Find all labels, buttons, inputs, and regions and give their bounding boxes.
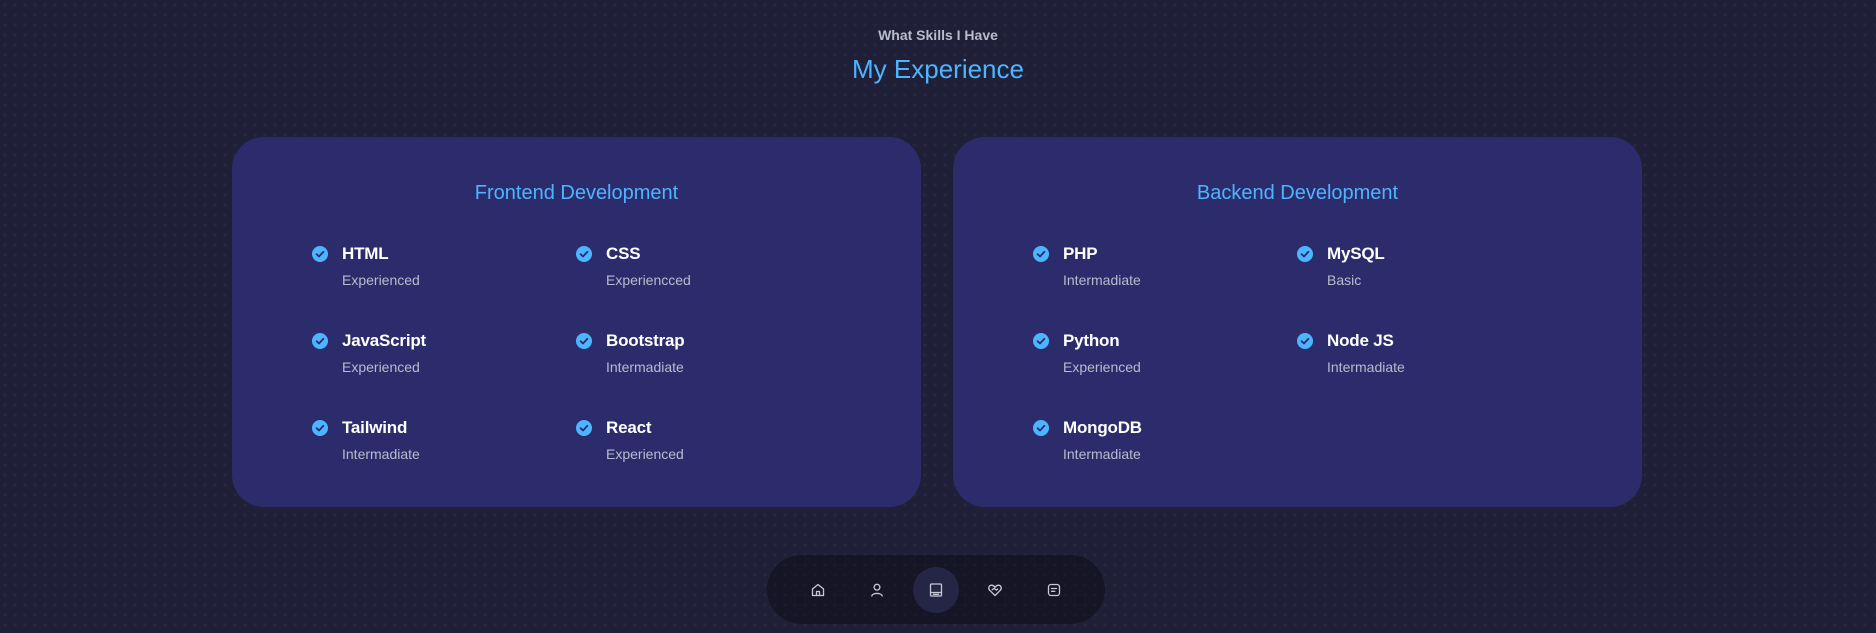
backend-skill-list: PHP Intermadiate MySQL Basic Python Expe… [1033,243,1563,467]
skill-level: Experienced [342,272,420,288]
frontend-card: Frontend Development HTML Experienced CS… [232,137,921,507]
skill-level: Intermadiate [1063,272,1141,288]
skill-name: Node JS [1327,331,1394,350]
skill-item: React Experienced [576,417,840,467]
bottom-nav [767,555,1105,624]
user-icon [871,583,883,597]
skill-level: Intermadiate [1063,446,1141,462]
skill-level: Experiencced [606,272,691,288]
verified-check-icon [1033,333,1049,349]
skill-item: Tailwind Intermadiate [312,417,576,467]
skill-name: MySQL [1327,244,1385,263]
skill-name: CSS [606,244,641,263]
skill-level: Intermadiate [1327,359,1405,375]
verified-check-icon [1297,333,1313,349]
skill-item: MongoDB Intermadiate [1033,417,1297,467]
verified-check-icon [1033,246,1049,262]
skill-name: React [606,418,652,437]
skill-name: Bootstrap [606,331,685,350]
section-title: My Experience [852,54,1024,84]
skill-item: HTML Experienced [312,243,576,293]
skill-item: PHP Intermadiate [1033,243,1297,293]
section-subtitle: What Skills I Have [878,27,998,43]
backend-card-title: Backend Development [1196,182,1399,204]
skill-name: Python [1063,331,1120,350]
skill-item: MySQL Basic [1297,243,1561,293]
backend-card: Backend Development PHP Intermadiate MyS… [953,137,1642,507]
section-header: What Skills I Have My Experience [0,26,1876,86]
skill-level: Experienced [1063,359,1141,375]
skill-item: Python Experienced [1033,330,1297,380]
skill-item: CSS Experiencced [576,243,840,293]
skill-level: Intermadiate [342,446,420,462]
verified-check-icon [312,420,328,436]
nav-home-button[interactable] [798,570,838,610]
skill-name: Tailwind [342,418,408,437]
message-icon [1047,583,1061,596]
skill-level: Basic [1327,272,1362,288]
skill-level: Intermadiate [606,359,684,375]
nav-experience-button[interactable] [913,566,959,613]
verified-check-icon [312,333,328,349]
skill-item: Bootstrap Intermadiate [576,330,840,380]
experience-cards: Frontend Development HTML Experienced CS… [232,137,1642,507]
skill-name: PHP [1063,244,1098,263]
skill-item: Node JS Intermadiate [1297,330,1561,380]
verified-check-icon [312,246,328,262]
skill-name: MongoDB [1063,418,1142,437]
heart-handshake-icon [988,584,1002,596]
verified-check-icon [1297,246,1313,262]
skill-level: Experienced [606,446,684,462]
skill-item: JavaScript Experienced [312,330,576,380]
verified-check-icon [576,420,592,436]
nav-contact-button[interactable] [1034,570,1074,610]
nav-services-button[interactable] [975,570,1015,610]
nav-about-button[interactable] [857,570,897,610]
verified-check-icon [1033,420,1049,436]
skill-name: HTML [342,244,389,263]
skill-level: Experienced [342,359,420,375]
verified-check-icon [576,333,592,349]
frontend-card-title: Frontend Development [474,182,679,204]
verified-check-icon [576,246,592,262]
book-icon [929,582,943,597]
skill-name: JavaScript [342,331,426,350]
home-icon [811,583,825,596]
frontend-skill-list: HTML Experienced CSS Experiencced JavaSc… [312,243,842,467]
